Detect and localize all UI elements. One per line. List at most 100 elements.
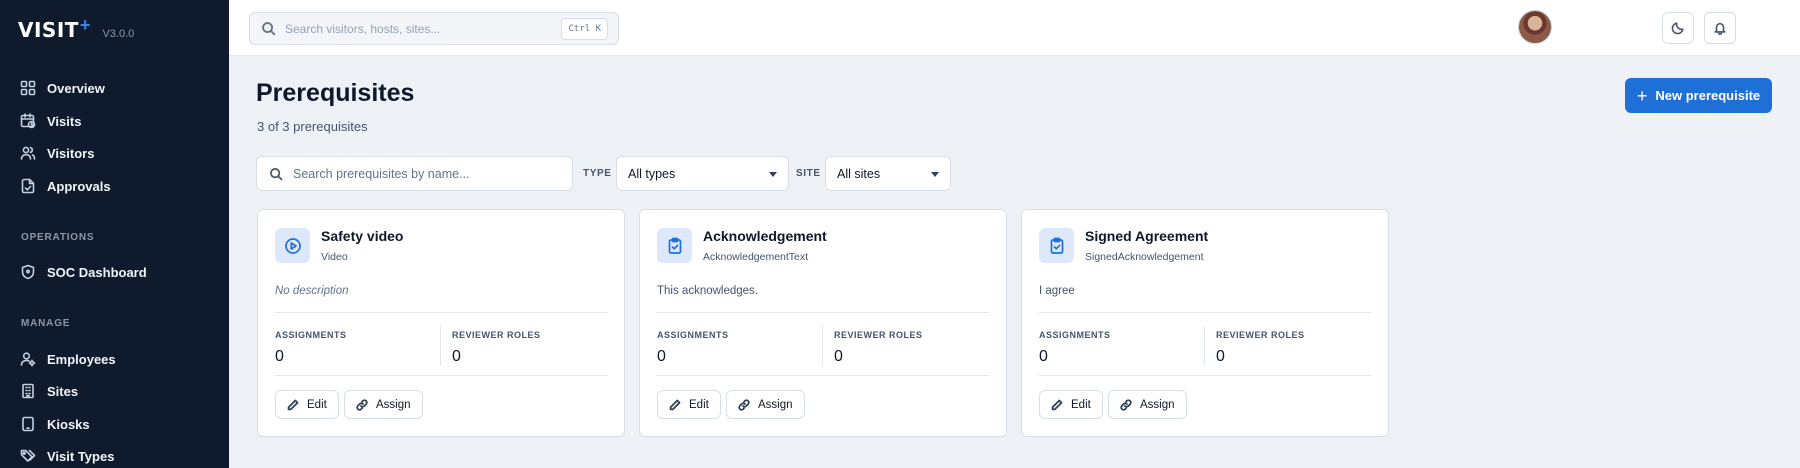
card-title: Signed Agreement [1085,228,1209,244]
new-prerequisite-button[interactable]: + New prerequisite [1625,78,1772,113]
page-title: Prerequisites [256,79,415,107]
type-filter-label: TYPE [583,168,612,179]
site-filter-label: SITE [796,168,821,179]
sidebar-section-manage: MANAGE [21,318,71,329]
link-icon [738,398,750,411]
sidebar-item-approvals[interactable]: Approvals [20,175,111,197]
plus-icon: + [1636,85,1648,106]
link-icon [356,398,368,411]
user-avatar[interactable] [1518,10,1552,44]
card-type: AcknowledgementText [703,251,809,263]
sidebar-item-overview[interactable]: Overview [20,77,105,99]
sidebar-item-label: Visitors [47,145,95,161]
sidebar-item-label: Kiosks [47,416,90,432]
sidebar-item-employees[interactable]: Employees [20,348,116,370]
moon-icon [1671,22,1684,35]
sidebar-item-visitors[interactable]: Visitors [20,142,94,164]
sidebar-item-visit-types[interactable]: Visit Types [20,445,114,467]
sidebar-item-label: Employees [47,351,116,367]
card-divider [1039,312,1371,313]
sidebar-item-kiosks[interactable]: Kiosks [20,413,90,435]
calendar-clock-icon [20,113,36,129]
site-filter-value: All sites [837,166,881,181]
prerequisite-card: Signed Agreement SignedAcknowledgement I… [1021,209,1389,437]
keyboard-shortcut-hint: Ctrl K [561,18,608,40]
type-filter-value: All types [628,166,676,181]
assignments-label: ASSIGNMENTS [1039,330,1111,340]
bell-icon [1714,22,1726,35]
app-version: V3.0.0 [102,28,135,40]
pencil-icon [287,399,299,410]
card-divider [275,375,607,376]
sidebar-item-sites[interactable]: Sites [20,380,78,402]
reviewer-roles-label: REVIEWER ROLES [452,330,541,340]
brand-name: VISIT [18,18,79,42]
reviewer-roles-count: 0 [834,348,843,365]
sidebar-item-visits[interactable]: Visits [20,110,81,132]
card-type: SignedAcknowledgement [1085,251,1204,263]
edit-label: Edit [689,398,709,411]
sidebar-item-label: Sites [47,383,79,399]
assign-button[interactable]: Assign [726,390,805,419]
assign-button[interactable]: Assign [1108,390,1187,419]
search-icon [270,167,283,180]
sidebar-item-label: Approvals [47,178,111,194]
assignments-count: 0 [275,348,284,365]
prerequisite-card: Acknowledgement AcknowledgementText This… [639,209,1007,437]
search-icon [262,22,276,36]
prerequisite-card: Safety video Video No description ASSIGN… [257,209,625,437]
global-search-input[interactable] [285,21,545,36]
reviewer-roles-label: REVIEWER ROLES [1216,330,1305,340]
edit-button[interactable]: Edit [275,390,339,419]
card-title: Acknowledgement [703,228,827,244]
prerequisite-search[interactable] [256,156,573,191]
card-divider [657,312,989,313]
sidebar-item-label: Overview [47,80,105,96]
sidebar-item-soc-dashboard[interactable]: SOC Dashboard [20,261,147,283]
assign-button[interactable]: Assign [344,390,423,419]
new-prerequisite-label: New prerequisite [1655,88,1761,103]
clipboard-check-icon [657,228,692,263]
tablet-icon [22,416,34,432]
chevron-down-icon [931,172,939,177]
reviewer-roles-count: 0 [1216,348,1225,365]
type-filter-select[interactable]: All types [616,156,789,191]
clipboard-check-icon [1039,228,1074,263]
global-search[interactable]: Ctrl K [249,12,619,45]
shield-icon [21,264,35,280]
stat-divider [822,325,823,366]
users-icon [20,146,36,160]
user-cog-icon [20,352,36,367]
assignments-count: 0 [1039,348,1048,365]
brand-plus: + [79,15,91,35]
link-icon [1120,398,1132,411]
edit-label: Edit [307,398,327,411]
reviewer-roles-label: REVIEWER ROLES [834,330,923,340]
theme-toggle-button[interactable] [1662,12,1694,44]
site-filter-select[interactable]: All sites [825,156,951,191]
card-type: Video [321,251,348,263]
stat-divider [1204,325,1205,366]
sidebar-section-operations: OPERATIONS [21,232,95,243]
stat-divider [440,325,441,366]
prerequisite-search-input[interactable] [293,166,553,181]
top-bar: Ctrl K [229,0,1800,56]
card-description: I agree [1039,285,1075,297]
card-description: This acknowledges. [657,285,758,297]
file-check-icon [21,178,35,194]
card-description: No description [275,285,349,297]
sidebar: VISIT + V3.0.0 Overview Visits Visitors … [0,0,229,468]
assignments-count: 0 [657,348,666,365]
play-circle-icon [275,228,310,263]
reviewer-roles-count: 0 [452,348,461,365]
notifications-button[interactable] [1704,12,1736,44]
edit-button[interactable]: Edit [1039,390,1103,419]
building-icon [22,383,34,399]
edit-button[interactable]: Edit [657,390,721,419]
sidebar-item-label: Visits [47,113,82,129]
card-divider [657,375,989,376]
brand-logo[interactable]: VISIT + V3.0.0 [18,15,135,42]
card-divider [1039,375,1371,376]
card-divider [275,312,607,313]
sidebar-item-label: Visit Types [47,448,115,464]
